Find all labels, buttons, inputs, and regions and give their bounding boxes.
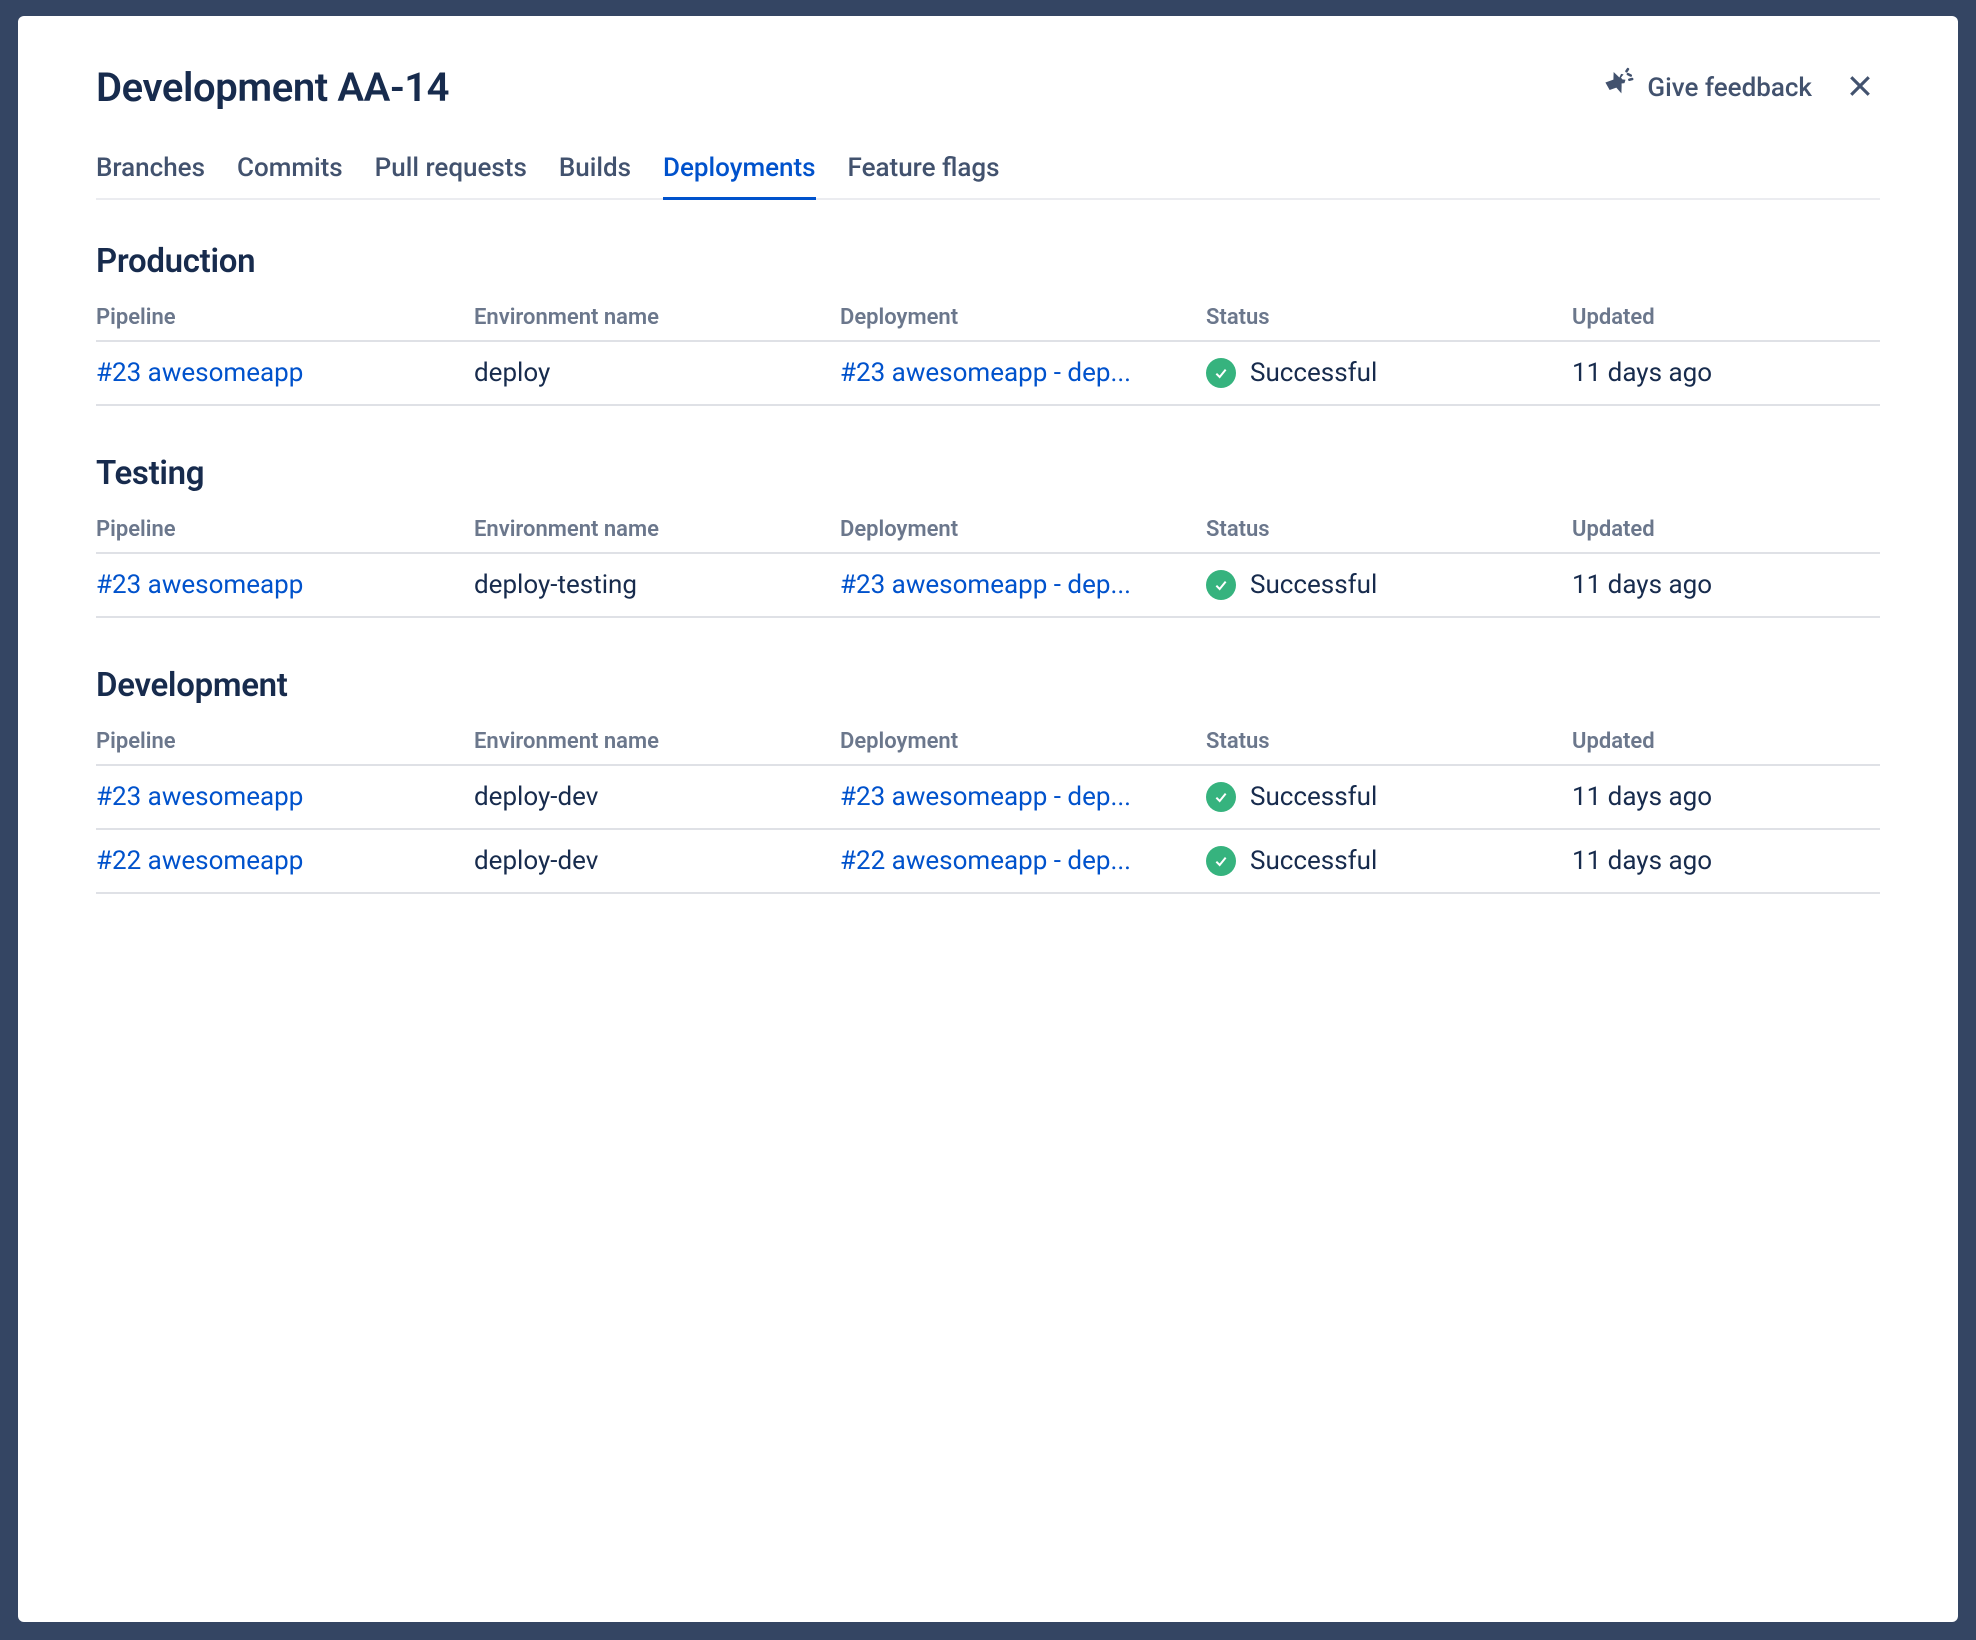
close-icon	[1845, 71, 1875, 105]
col-pipeline: Pipeline	[96, 729, 474, 754]
table-row: #23 awesomeapp deploy-testing #23 awesom…	[96, 554, 1880, 618]
section-title: Development	[96, 666, 1880, 705]
megaphone-icon	[1601, 67, 1635, 108]
env-cell: deploy-dev	[474, 782, 840, 812]
table-row: #23 awesomeapp deploy #23 awesomeapp - d…	[96, 342, 1880, 406]
updated-cell: 11 days ago	[1572, 846, 1880, 876]
col-pipeline: Pipeline	[96, 517, 474, 542]
table-row: #22 awesomeapp deploy-dev #22 awesomeapp…	[96, 830, 1880, 894]
section-title: Production	[96, 242, 1880, 281]
pipeline-link[interactable]: #23 awesomeapp	[96, 782, 303, 812]
env-cell: deploy-dev	[474, 846, 840, 876]
updated-cell: 11 days ago	[1572, 570, 1880, 600]
col-updated: Updated	[1572, 305, 1880, 330]
pipeline-link[interactable]: #23 awesomeapp	[96, 358, 303, 388]
pipeline-link[interactable]: #23 awesomeapp	[96, 570, 303, 600]
status-text: Successful	[1250, 570, 1377, 600]
deployment-link[interactable]: #23 awesomeapp - dep...	[840, 782, 1180, 812]
close-button[interactable]	[1840, 68, 1880, 108]
feedback-label: Give feedback	[1647, 73, 1812, 103]
tabs-container: Branches Commits Pull requests Builds De…	[96, 153, 1880, 200]
table-header: Pipeline Environment name Deployment Sta…	[96, 507, 1880, 554]
tab-commits[interactable]: Commits	[237, 153, 343, 200]
col-status: Status	[1206, 305, 1572, 330]
status-text: Successful	[1250, 782, 1377, 812]
updated-cell: 11 days ago	[1572, 782, 1880, 812]
section-production: Production Pipeline Environment name Dep…	[96, 242, 1880, 406]
col-deploy: Deployment	[840, 729, 1206, 754]
modal-dialog: Development AA-14 Give feedback	[18, 16, 1958, 1622]
col-updated: Updated	[1572, 517, 1880, 542]
table-header: Pipeline Environment name Deployment Sta…	[96, 295, 1880, 342]
tab-branches[interactable]: Branches	[96, 153, 205, 200]
success-check-icon	[1206, 358, 1236, 388]
tab-deployments[interactable]: Deployments	[663, 153, 816, 200]
success-check-icon	[1206, 846, 1236, 876]
table-row: #23 awesomeapp deploy-dev #23 awesomeapp…	[96, 766, 1880, 830]
env-cell: deploy	[474, 358, 840, 388]
status-text: Successful	[1250, 846, 1377, 876]
table: Pipeline Environment name Deployment Sta…	[96, 295, 1880, 406]
table: Pipeline Environment name Deployment Sta…	[96, 507, 1880, 618]
section-testing: Testing Pipeline Environment name Deploy…	[96, 454, 1880, 618]
success-check-icon	[1206, 782, 1236, 812]
tab-feature-flags[interactable]: Feature flags	[848, 153, 1000, 200]
success-check-icon	[1206, 570, 1236, 600]
col-status: Status	[1206, 729, 1572, 754]
col-status: Status	[1206, 517, 1572, 542]
col-env: Environment name	[474, 517, 840, 542]
col-deploy: Deployment	[840, 517, 1206, 542]
tab-pull-requests[interactable]: Pull requests	[375, 153, 527, 200]
header-actions: Give feedback	[1601, 67, 1880, 108]
page-title: Development AA-14	[96, 64, 449, 111]
env-cell: deploy-testing	[474, 570, 840, 600]
deployment-link[interactable]: #23 awesomeapp - dep...	[840, 358, 1180, 388]
col-deploy: Deployment	[840, 305, 1206, 330]
col-env: Environment name	[474, 729, 840, 754]
tab-builds[interactable]: Builds	[559, 153, 631, 200]
table-header: Pipeline Environment name Deployment Sta…	[96, 719, 1880, 766]
dialog-header: Development AA-14 Give feedback	[96, 64, 1880, 111]
deployment-link[interactable]: #22 awesomeapp - dep...	[840, 846, 1180, 876]
table: Pipeline Environment name Deployment Sta…	[96, 719, 1880, 894]
modal-overlay: Development AA-14 Give feedback	[0, 0, 1976, 1640]
give-feedback-button[interactable]: Give feedback	[1601, 67, 1812, 108]
updated-cell: 11 days ago	[1572, 358, 1880, 388]
deployment-link[interactable]: #23 awesomeapp - dep...	[840, 570, 1180, 600]
col-env: Environment name	[474, 305, 840, 330]
col-updated: Updated	[1572, 729, 1880, 754]
pipeline-link[interactable]: #22 awesomeapp	[96, 846, 303, 876]
section-development: Development Pipeline Environment name De…	[96, 666, 1880, 894]
col-pipeline: Pipeline	[96, 305, 474, 330]
status-text: Successful	[1250, 358, 1377, 388]
section-title: Testing	[96, 454, 1880, 493]
